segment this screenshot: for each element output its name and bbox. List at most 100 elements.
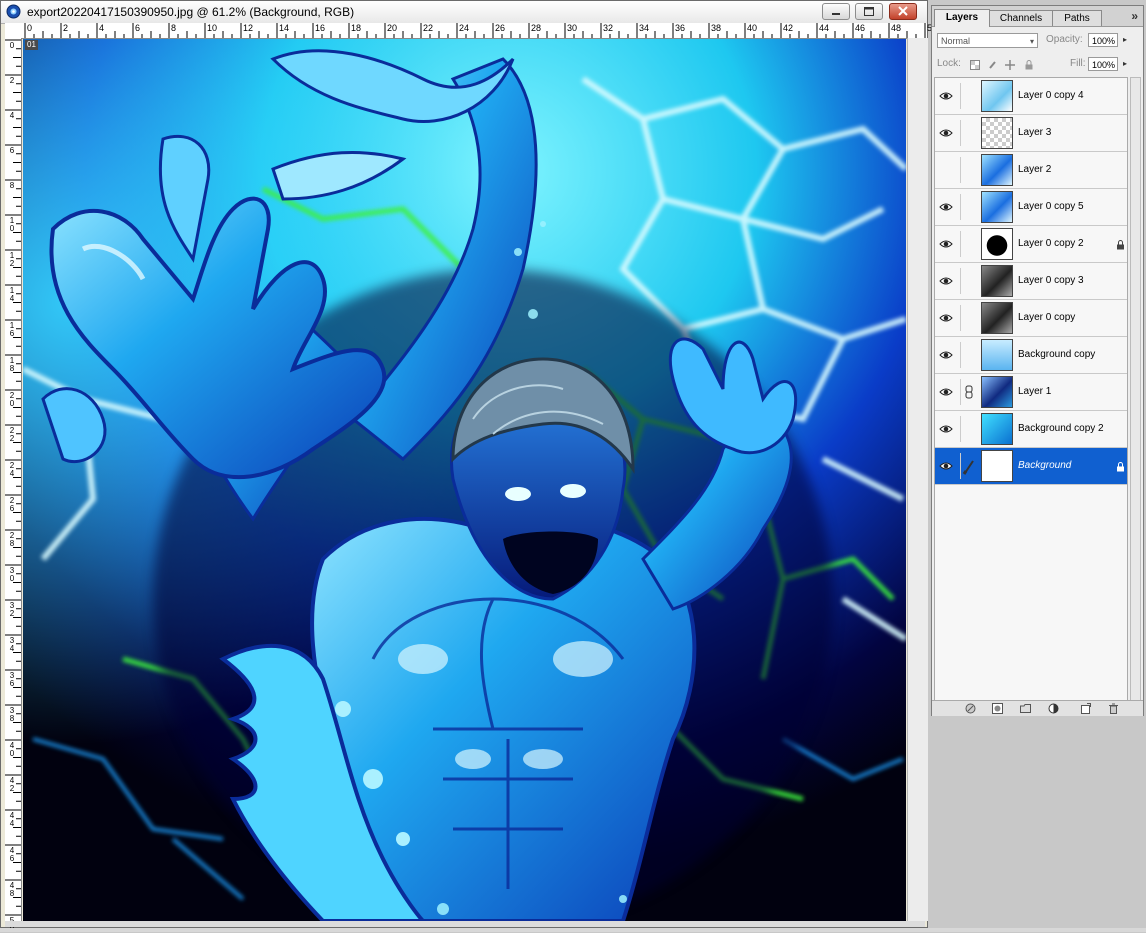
- layer-row[interactable]: Background copy: [935, 337, 1127, 374]
- opacity-value: 100%: [1092, 36, 1116, 46]
- palette-menu-icon[interactable]: »: [1131, 9, 1138, 23]
- layer-row[interactable]: Layer 0 copy: [935, 300, 1127, 337]
- layer-row[interactable]: Layer 2: [935, 152, 1127, 189]
- ruler-label: 40: [747, 23, 758, 33]
- layer-thumbnail: [981, 191, 1013, 223]
- ruler-label: 20: [387, 23, 398, 33]
- visibility-toggle[interactable]: [938, 268, 954, 294]
- ruler-label: 42: [9, 776, 15, 793]
- horizontal-scrollbar[interactable]: [5, 921, 925, 927]
- visibility-toggle[interactable]: [938, 305, 954, 331]
- lock-pixels-icon[interactable]: [988, 60, 998, 70]
- visibility-toggle[interactable]: [938, 379, 954, 405]
- close-button[interactable]: [889, 3, 917, 20]
- link-toggle[interactable]: [960, 268, 977, 294]
- ruler-label: 36: [9, 671, 15, 688]
- layer-row[interactable]: Layer 1: [935, 374, 1127, 411]
- ruler-label: 32: [603, 23, 614, 33]
- opacity-field[interactable]: 100%: [1088, 33, 1118, 47]
- layer-name: Layer 2: [1018, 164, 1052, 175]
- layer-list-scrollbar[interactable]: [1130, 77, 1141, 701]
- layer-list[interactable]: Layer 0 copy 4 Layer 3 Layer 2 Layer 0 copy…: [934, 77, 1128, 701]
- ruler-label: 18: [9, 356, 15, 373]
- ruler-label: 4: [99, 23, 105, 33]
- ruler-label: 30: [567, 23, 578, 33]
- ruler-label: 2: [63, 23, 69, 33]
- visibility-toggle[interactable]: [938, 120, 954, 146]
- link-toggle[interactable]: [960, 157, 977, 183]
- link-toggle[interactable]: [960, 194, 977, 220]
- adjustment-layer-icon[interactable]: [1048, 703, 1059, 714]
- eye-icon: [939, 351, 953, 359]
- trash-icon[interactable]: [1108, 703, 1119, 714]
- layer-row[interactable]: Layer 0 copy 2: [935, 226, 1127, 263]
- lock-transparency-icon[interactable]: [970, 60, 980, 70]
- layer-row[interactable]: Layer 0 copy 5: [935, 189, 1127, 226]
- link-toggle[interactable]: [960, 305, 977, 331]
- link-toggle[interactable]: [960, 120, 977, 146]
- maximize-button[interactable]: [855, 3, 883, 20]
- layer-row[interactable]: Background: [935, 448, 1127, 485]
- eye-icon: [939, 277, 953, 285]
- layer-name: Layer 0 copy 3: [1018, 275, 1084, 286]
- layer-row[interactable]: Layer 0 copy 3: [935, 263, 1127, 300]
- visibility-toggle[interactable]: [938, 342, 954, 368]
- link-toggle[interactable]: [960, 342, 977, 368]
- mask-icon[interactable]: [992, 703, 1003, 714]
- minimize-button[interactable]: [822, 3, 850, 20]
- brush-icon: [962, 460, 974, 475]
- minimize-icon: [832, 13, 840, 15]
- layer-name: Layer 3: [1018, 127, 1052, 138]
- canvas[interactable]: [23, 39, 906, 921]
- layer-name: Layer 0 copy 5: [1018, 201, 1084, 212]
- layer-thumbnail: [981, 376, 1013, 408]
- ruler-label: 8: [171, 23, 177, 33]
- layer-row[interactable]: Background copy 2: [935, 411, 1127, 448]
- link-toggle[interactable]: [960, 416, 977, 442]
- tab-layers[interactable]: Layers: [934, 9, 990, 27]
- artwork: [23, 39, 906, 921]
- opacity-arrow-icon[interactable]: ▸: [1123, 35, 1127, 44]
- ruler-label: 14: [279, 23, 290, 33]
- lock-all-icon[interactable]: [1024, 60, 1034, 70]
- layer-row[interactable]: Layer 3: [935, 115, 1127, 152]
- ruler-horizontal[interactable]: 0 2 4 6 8 10 12 14 16 18 20 22 24 26 28 30 32 34 36 38 40 42 4…: [21, 23, 937, 39]
- visibility-toggle[interactable]: [938, 83, 954, 109]
- ruler-label: 2: [9, 76, 15, 85]
- layer-thumbnail: [981, 117, 1013, 149]
- link-toggle[interactable]: [960, 453, 977, 479]
- link-toggle[interactable]: [960, 83, 977, 109]
- visibility-toggle[interactable]: [938, 231, 954, 257]
- eye-icon: [939, 92, 953, 100]
- palette-tab-bar: Layers Channels Paths »: [932, 6, 1143, 27]
- lock-position-icon[interactable]: [1005, 60, 1015, 70]
- link-toggle[interactable]: [960, 231, 977, 257]
- new-group-icon[interactable]: [1020, 703, 1031, 714]
- ruler-origin[interactable]: [5, 23, 22, 39]
- visibility-toggle[interactable]: [938, 157, 954, 183]
- layer-style-icon[interactable]: [965, 703, 976, 714]
- ruler-label: 22: [423, 23, 434, 33]
- ruler-label: 12: [9, 251, 15, 268]
- vertical-scrollbar[interactable]: [907, 38, 928, 921]
- eye-icon: [939, 240, 953, 248]
- layer-name: Layer 0 copy: [1018, 312, 1076, 323]
- fill-arrow-icon[interactable]: ▸: [1123, 59, 1127, 68]
- ruler-vertical[interactable]: 0 2 4 6 8 10 12 14 16 18 20 22 24 26 28 30 32 34 36 38 40 42 4…: [5, 38, 22, 933]
- fill-field[interactable]: 100%: [1088, 57, 1118, 71]
- tab-paths[interactable]: Paths: [1052, 10, 1102, 26]
- visibility-toggle[interactable]: [938, 194, 954, 220]
- visibility-toggle[interactable]: [938, 453, 954, 479]
- layer-name: Layer 0 copy 4: [1018, 90, 1084, 101]
- ruler-label: 0: [9, 41, 15, 50]
- eye-icon: [939, 425, 953, 433]
- tab-channels[interactable]: Channels: [989, 10, 1053, 26]
- new-layer-icon[interactable]: [1080, 703, 1091, 714]
- blend-mode-select[interactable]: Normal ▾: [937, 33, 1038, 48]
- title-bar[interactable]: export20220417150390950.jpg @ 61.2% (Bac…: [1, 1, 927, 24]
- visibility-toggle[interactable]: [938, 416, 954, 442]
- ruler-label: 44: [819, 23, 830, 33]
- layer-name: Background copy 2: [1018, 423, 1104, 434]
- link-toggle[interactable]: [960, 379, 977, 405]
- layer-row[interactable]: Layer 0 copy 4: [935, 78, 1127, 115]
